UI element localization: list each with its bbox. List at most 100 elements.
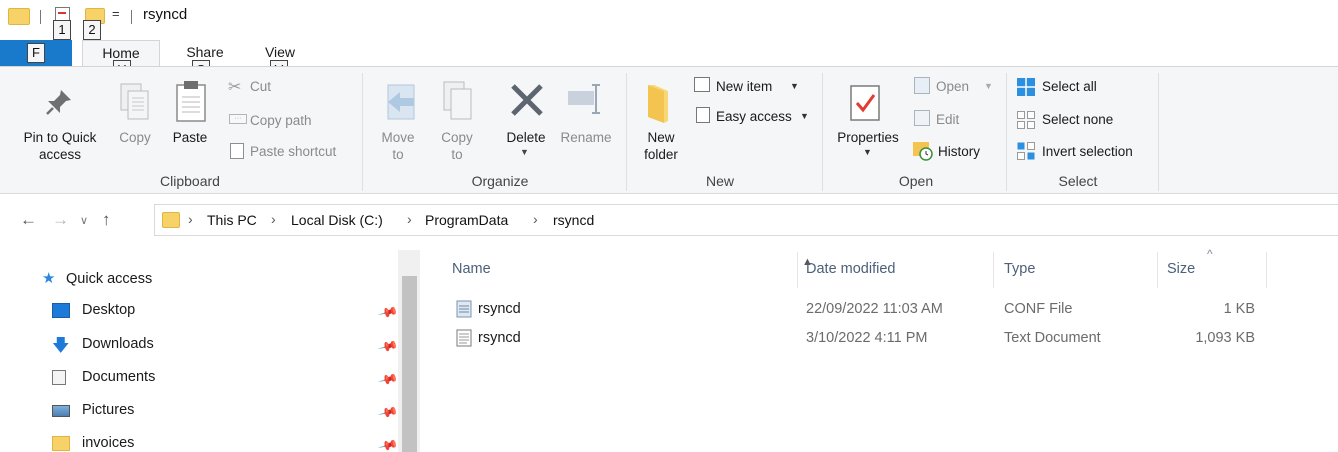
title-bar: 1 2 = rsyncd [0,0,1338,40]
breadcrumb-this-pc[interactable]: This PC [207,212,257,228]
column-divider[interactable] [1266,252,1267,288]
pin-icon[interactable]: 📌 [377,336,400,358]
column-header-name[interactable]: Name [452,261,491,277]
chevron-right-icon[interactable]: › [271,211,276,227]
pin-label-1: Pin to Quick [23,130,97,145]
paste-icon [176,81,206,122]
column-header-type[interactable]: Type [1004,261,1035,277]
column-header-date-modified[interactable]: Date modified [806,261,895,277]
new-folder-label-1: New [647,130,675,145]
tab-label: Home [102,45,140,61]
up-arrow-icon[interactable]: ↑ [102,210,111,230]
nav-item-label: Documents [82,369,156,385]
breadcrumb-programdata[interactable]: ProgramData [425,212,508,228]
nav-item-label: invoices [82,435,135,451]
chevron-right-icon[interactable]: › [407,211,412,227]
sort-ascending-icon: ^ [1207,247,1213,261]
navigation-pane: ★ Quick access Desktop 📌 🡇 Downloads 📌 D… [0,250,420,452]
delete-label: Delete [506,130,546,145]
copy-path-label: Copy path [250,113,312,128]
downloads-icon: 🡇 [52,336,70,355]
tab-file[interactable]: F [0,40,72,66]
file-name: rsyncd [478,301,521,317]
chevron-down-icon: ▼ [863,147,872,157]
select-all-label: Select all [1042,79,1097,94]
pin-icon[interactable]: 📌 [377,302,400,324]
file-type: CONF File [1004,301,1073,317]
easy-access-label: Easy access [716,109,792,124]
column-header-size[interactable]: Size [1167,261,1195,277]
pin-icon [46,90,71,115]
nav-scrollbar-thumb[interactable] [402,276,417,452]
recent-locations-chevron-icon[interactable]: ∨ [80,214,88,227]
folder-icon [52,436,70,451]
pin-icon[interactable]: 📌 [377,402,400,424]
chevron-right-icon[interactable]: › [533,211,538,227]
move-to-icon [387,84,415,120]
move-to-label-2: to [392,147,404,162]
chevron-down-icon: ▼ [800,111,809,121]
text-file-icon [456,329,472,347]
column-divider[interactable] [993,252,994,288]
back-arrow-icon[interactable]: ← [20,210,37,230]
file-size: 1,093 KB [1195,330,1255,346]
ribbon-tabs: F Home H Share S View V [0,40,1338,80]
copy-to-label-1: Copy [441,130,473,145]
select-all-icon [1017,78,1035,96]
new-item-label: New item [716,79,773,94]
rename-icon [568,84,600,114]
file-date-modified: 22/09/2022 11:03 AM [806,301,943,317]
table-row[interactable]: rsyncd 22/09/2022 11:03 AM CONF File 1 K… [440,296,1270,324]
pictures-icon [52,405,70,417]
chevron-right-icon[interactable]: › [188,211,193,227]
nav-item-label: Desktop [82,302,136,318]
scissors-icon: ✂ [228,79,242,96]
address-bar[interactable]: › This PC › Local Disk (C:) › ProgramDat… [154,204,1338,236]
separator [40,10,41,24]
rename-label: Rename [560,130,612,145]
copy-label: Copy [119,130,151,145]
group-separator [822,73,823,191]
customize-qat-dropdown[interactable]: = [112,6,120,21]
breadcrumb-local-disk[interactable]: Local Disk (C:) [291,212,383,228]
nav-item-label: Quick access [66,271,153,287]
table-row[interactable]: rsyncd 3/10/2022 4:11 PM Text Document 1… [440,325,1270,353]
forward-arrow-icon[interactable]: → [52,210,69,230]
star-icon: ★ [42,270,56,287]
breadcrumb-rsyncd[interactable]: rsyncd [553,212,594,228]
paste-label: Paste [172,130,208,145]
documents-icon [52,370,66,385]
desktop-icon [52,303,70,318]
conf-file-icon [456,300,472,318]
keytip-2: 2 [83,20,101,40]
invert-selection-label: Invert selection [1042,144,1133,159]
copy-to-label-2: to [451,147,463,162]
window-title: rsyncd [143,6,188,23]
column-divider[interactable] [797,252,798,288]
nav-item-label: Downloads [82,336,154,352]
move-to-label-1: Move [381,130,415,145]
edit-icon [914,110,930,126]
chevron-down-icon: ▼ [984,81,993,91]
copy-icon [120,83,149,120]
tab-label: View [264,44,296,60]
select-none-label: Select none [1042,112,1114,127]
group-separator [1158,73,1159,191]
column-divider[interactable] [1157,252,1158,288]
pin-icon[interactable]: 📌 [377,369,400,391]
pin-label-2: access [38,147,82,162]
pin-icon[interactable]: 📌 [377,435,400,452]
keytip-f: F [27,43,45,63]
new-folder-label-2: folder [644,147,678,162]
delete-x-icon [511,84,543,116]
group-separator [626,73,627,191]
paste-shortcut-label: Paste shortcut [250,144,337,159]
ribbon: Pin to Quick access Copy Paste ✂ Cut ···… [0,66,1338,194]
copy-path-icon: ··· [229,114,247,124]
group-separator [1006,73,1007,191]
nav-item-label: Pictures [82,402,135,418]
keytip-1: 1 [53,20,71,40]
paste-shortcut-icon [230,143,244,159]
file-name: rsyncd [478,330,521,346]
file-type: Text Document [1004,330,1101,346]
